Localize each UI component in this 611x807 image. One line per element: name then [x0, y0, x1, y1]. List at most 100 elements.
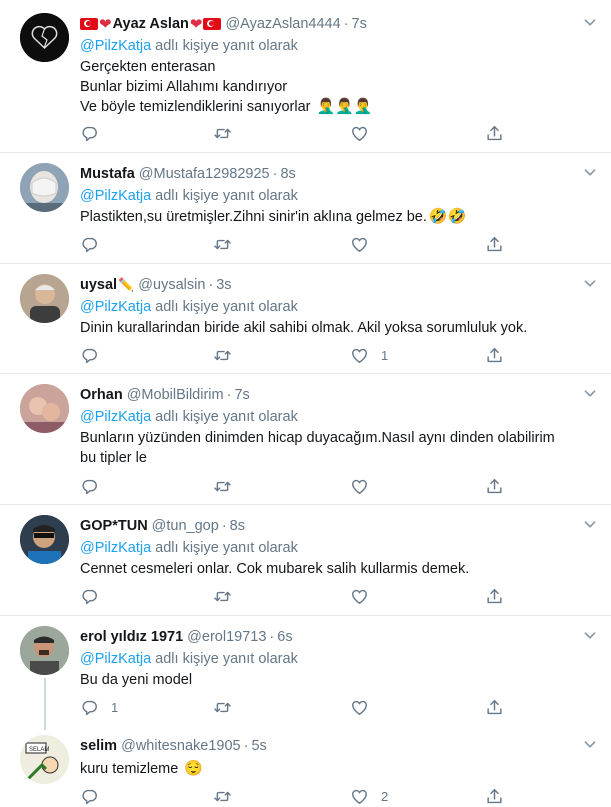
user-handle[interactable]: @MobilBildirim	[127, 387, 224, 403]
user-handle[interactable]: @Mustafa12982925	[139, 166, 270, 182]
heart-icon	[350, 346, 369, 365]
reply-button[interactable]	[80, 344, 99, 366]
share-button[interactable]	[485, 233, 504, 255]
share-button[interactable]	[485, 122, 504, 144]
display-name[interactable]: selim	[80, 738, 117, 754]
timestamp[interactable]: 6s	[277, 629, 292, 645]
reply-button[interactable]	[80, 122, 99, 144]
timestamp[interactable]: 7s	[352, 16, 367, 32]
like-button[interactable]: 1	[350, 344, 388, 366]
like-button[interactable]	[350, 475, 381, 497]
mention-link[interactable]: @PilzKatja	[80, 38, 151, 54]
tweet[interactable]: uysal ✏️ @uysalsin · 3s @PilzKatja adlı …	[0, 264, 611, 374]
share-icon	[485, 235, 504, 254]
share-button[interactable]	[485, 475, 504, 497]
timestamp[interactable]: 8s	[230, 518, 245, 534]
user-handle[interactable]: @erol19713	[187, 629, 266, 645]
display-name[interactable]: Orhan	[80, 387, 123, 403]
reply-icon	[80, 477, 99, 496]
retweet-button[interactable]	[213, 475, 232, 497]
retweet-button[interactable]	[213, 696, 232, 718]
tweet[interactable]: SELAM selim @whitesnake1905 · 5s kuru te…	[0, 727, 611, 800]
user-photo-icon	[20, 163, 69, 212]
share-button[interactable]	[485, 344, 504, 366]
chevron-down-icon[interactable]	[579, 382, 601, 404]
mention-link[interactable]: @PilzKatja	[80, 540, 151, 556]
like-button[interactable]	[350, 696, 381, 718]
reply-icon	[80, 698, 99, 717]
user-handle[interactable]: @whitesnake1905	[121, 738, 241, 754]
chevron-down-icon[interactable]	[579, 624, 601, 646]
reply-button[interactable]: 1	[80, 696, 118, 718]
reply-button[interactable]	[80, 475, 99, 497]
avatar[interactable]	[20, 384, 69, 433]
like-button[interactable]: 2	[350, 785, 388, 807]
avatar[interactable]	[20, 13, 69, 62]
turkey-flag-icon	[203, 17, 222, 30]
retweet-icon	[213, 124, 232, 143]
like-button[interactable]	[350, 233, 381, 255]
user-handle[interactable]: @AyazAslan4444	[225, 16, 340, 32]
avatar[interactable]	[20, 515, 69, 564]
reply-context-text: adlı kişiye yanıt olarak	[155, 38, 298, 54]
display-name[interactable]: erol yıldız 1971	[80, 629, 183, 645]
reply-icon	[80, 124, 99, 143]
tweet[interactable]: Mustafa @Mustafa12982925 · 8s @PilzKatja…	[0, 153, 611, 264]
reply-button[interactable]	[80, 585, 99, 607]
tweet-actions: 1	[80, 696, 520, 718]
display-name[interactable]: GOP*TUN	[80, 518, 148, 534]
reply-button[interactable]	[80, 233, 99, 255]
timestamp[interactable]: 7s	[234, 387, 249, 403]
reply-button[interactable]	[80, 785, 99, 807]
mention-link[interactable]: @PilzKatja	[80, 188, 151, 204]
tweet[interactable]: Orhan @MobilBildirim · 7s @PilzKatja adl…	[0, 374, 611, 505]
tweet[interactable]: erol yıldız 1971 @erol19713 · 6s @PilzKa…	[0, 616, 611, 730]
display-name[interactable]: uysal	[80, 277, 117, 293]
reply-context: @PilzKatja adlı kişiye yanıt olarak	[80, 297, 591, 318]
display-name[interactable]: Mustafa	[80, 166, 135, 182]
share-icon	[485, 787, 504, 806]
tweet[interactable]: GOP*TUN @tun_gop · 8s @PilzKatja adlı ki…	[0, 505, 611, 616]
mention-link[interactable]: @PilzKatja	[80, 299, 151, 315]
user-handle[interactable]: @uysalsin	[138, 277, 205, 293]
tweet-actions	[80, 233, 520, 255]
retweet-icon	[213, 346, 232, 365]
share-icon	[485, 477, 504, 496]
timestamp[interactable]: 3s	[216, 277, 231, 293]
mention-link[interactable]: @PilzKatja	[80, 409, 151, 425]
user-photo-icon	[20, 515, 69, 564]
separator-dot: ·	[343, 15, 349, 32]
chevron-down-icon[interactable]	[579, 272, 601, 294]
share-button[interactable]	[485, 785, 504, 807]
share-button[interactable]	[485, 585, 504, 607]
share-button[interactable]	[485, 696, 504, 718]
chevron-down-icon[interactable]	[579, 161, 601, 183]
reply-context: @PilzKatja adlı kişiye yanıt olarak	[80, 36, 591, 57]
retweet-button[interactable]	[213, 122, 232, 144]
timestamp[interactable]: 5s	[251, 738, 266, 754]
reply-context-text: adlı kişiye yanıt olarak	[155, 651, 298, 667]
tweet[interactable]: ❤ Ayaz Aslan ❤ @AyazAslan4444 · 7s @Pilz…	[0, 0, 611, 153]
chevron-down-icon[interactable]	[579, 513, 601, 535]
user-handle[interactable]: @tun_gop	[152, 518, 219, 534]
tweet-header: Orhan @MobilBildirim · 7s	[80, 384, 591, 405]
like-button[interactable]	[350, 585, 381, 607]
mention-link[interactable]: @PilzKatja	[80, 651, 151, 667]
avatar[interactable]	[20, 626, 69, 675]
heart-icon	[350, 124, 369, 143]
separator-dot: ·	[269, 628, 275, 645]
heart-icon	[350, 235, 369, 254]
retweet-button[interactable]	[213, 233, 232, 255]
avatar[interactable]	[20, 163, 69, 212]
retweet-button[interactable]	[213, 585, 232, 607]
like-button[interactable]	[350, 122, 381, 144]
timestamp[interactable]: 8s	[280, 166, 295, 182]
retweet-button[interactable]	[213, 785, 232, 807]
retweet-button[interactable]	[213, 344, 232, 366]
tweet-text: kuru temizleme 😌	[80, 759, 591, 779]
chevron-down-icon[interactable]	[579, 11, 601, 33]
avatar[interactable]: SELAM	[20, 735, 69, 784]
avatar[interactable]	[20, 274, 69, 323]
display-name[interactable]: Ayaz Aslan	[113, 16, 189, 32]
chevron-down-icon[interactable]	[579, 733, 601, 755]
